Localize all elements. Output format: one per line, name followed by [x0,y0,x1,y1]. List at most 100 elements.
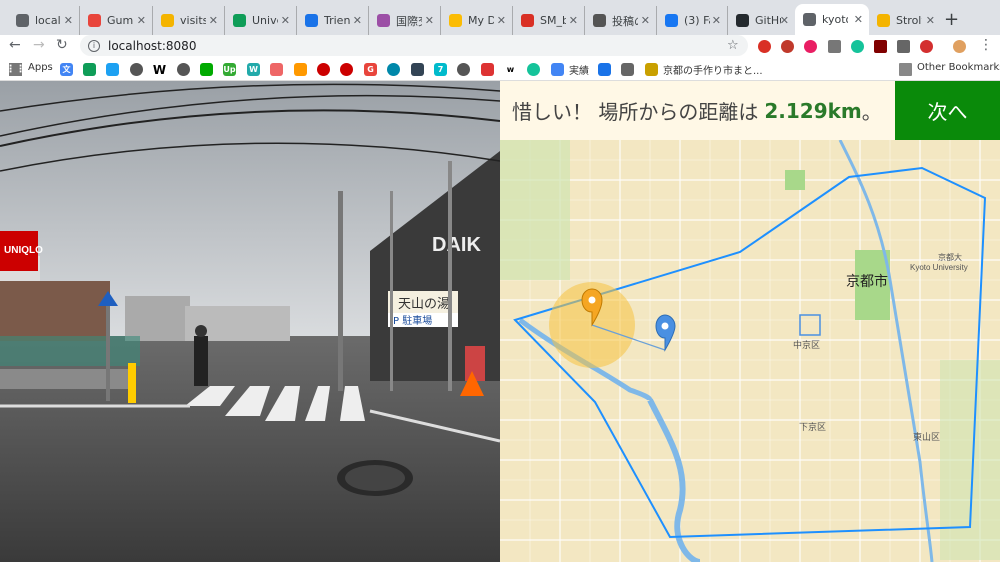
apps-bookmark[interactable]: Apps [28,62,53,73]
w-icon[interactable]: W [153,63,166,77]
distance-value: 2.129km [764,98,862,123]
g-icon[interactable]: G [364,63,377,76]
vivaldi-ext-icon[interactable] [758,40,771,53]
reload-icon[interactable]: ↻ [56,37,68,53]
next-button[interactable]: 次へ [895,81,1000,140]
w-green-icon[interactable]: W [247,63,260,76]
drive-icon[interactable] [83,63,96,76]
browser-chrome: localh✕Gumr✕visits✕Unive✕Trienn✕国際交✕My D… [0,0,1000,81]
location-icon[interactable] [481,63,494,76]
tab-label: SM_b [540,14,566,27]
green-icon[interactable] [200,63,213,76]
close-tab-icon[interactable]: ✕ [854,13,863,26]
daiki-sign: DAIK [432,234,481,256]
trophy-icon[interactable] [645,63,658,76]
close-tab-icon[interactable]: ✕ [425,14,434,27]
tab-10[interactable]: (3) Fa✕ [657,6,728,35]
tab-13[interactable]: Stroly ✕ [869,6,941,35]
close-tab-icon[interactable]: ✕ [209,14,218,27]
globe-icon[interactable] [130,63,143,76]
nijo-castle [799,314,821,336]
up-icon[interactable]: Up [223,63,236,76]
grammarly-icon[interactable] [527,63,540,76]
tab-label: Unive [252,14,278,27]
tab-strip: localh✕Gumr✕visits✕Unive✕Trienn✕国際交✕My D… [0,0,1000,35]
close-tab-icon[interactable]: ✕ [353,14,362,27]
avatar[interactable] [953,40,966,53]
tab-4[interactable]: Unive✕ [225,6,297,35]
bookmark-star-icon[interactable]: ☆ [727,38,739,53]
onsen-sign: 天山の湯 [398,297,450,312]
globe-icon[interactable] [457,63,470,76]
red-circle-icon[interactable] [317,63,330,76]
pink-ext-icon[interactable] [804,40,817,53]
folder-icon[interactable] [899,63,912,76]
close-tab-icon[interactable]: ✕ [712,14,721,27]
tab-5[interactable]: Trienn✕ [297,6,369,35]
tab-3[interactable]: visits ✕ [153,6,225,35]
tab-label: My Dr [468,14,494,27]
globe-blue-icon[interactable] [387,63,400,76]
close-tab-icon[interactable]: ✕ [641,14,650,27]
twitter-icon[interactable] [106,63,119,76]
translate-icon[interactable]: 文 [60,63,73,76]
red-circle-icon[interactable] [340,63,353,76]
chat-icon [161,14,174,27]
grammarly-ext-icon[interactable] [851,40,864,53]
tab-1[interactable]: localh✕ [8,6,80,35]
tab-2[interactable]: Gumr ✕ [80,6,153,35]
browser-toolbar: ← → ↻ i localhost:8080 ☆ ⋮ [0,35,1000,58]
g-icon [88,14,101,27]
close-tab-icon[interactable]: ✕ [281,14,290,27]
guess-marker-dot [588,296,596,304]
sheets-icon [233,14,246,27]
map-panel[interactable]: 京都市 京都大 Kyoto University 中京区 下京区 東山区 [500,140,1000,562]
tab-7[interactable]: My Dr✕ [441,6,513,35]
tab-8[interactable]: SM_b ✕ [513,6,585,35]
street-view-panel[interactable]: UNIQLO DAIK 天山の湯 P 駐車場 [0,81,500,562]
camera-ext-icon[interactable] [828,40,841,53]
kyoto-market-bookmark[interactable]: 京都の手作り市まと... [663,62,763,77]
close-tab-icon[interactable]: ✕ [569,14,578,27]
close-tab-icon[interactable]: ✕ [926,14,935,27]
table-icon[interactable] [621,63,634,76]
close-tab-icon[interactable]: ✕ [780,14,789,27]
globe-icon[interactable] [177,63,190,76]
red-ext-icon[interactable] [920,40,933,53]
apps-grid-icon[interactable]: ⋮⋮ [6,63,26,76]
adblock-ext-icon[interactable] [781,40,794,53]
tab-9[interactable]: 投稿の✕ [585,6,657,35]
docs-icon[interactable] [551,63,564,76]
tower-icon[interactable] [411,63,424,76]
tab-6[interactable]: 国際交✕ [369,6,441,35]
close-tab-icon[interactable]: ✕ [64,14,73,27]
menu-icon[interactable]: ⋮ [979,37,993,53]
pdf-icon [521,14,534,27]
tab-label: Trienn [324,14,350,27]
github-icon [736,14,749,27]
w-icon [593,14,606,27]
new-tab-button[interactable]: + [944,9,959,30]
back-icon[interactable]: ← [9,37,21,53]
result-suffix: 。 [861,100,882,124]
other-bookmarks[interactable]: Other Bookmarks [917,62,1000,73]
actual-marker-dot [661,322,669,330]
ward-label-nakagyo: 中京区 [793,339,820,351]
close-tab-icon[interactable]: ✕ [137,14,146,27]
forward-icon[interactable]: → [33,37,45,53]
stripes-icon[interactable] [294,63,307,76]
arrow-icon[interactable] [598,63,611,76]
jisseki-bookmark[interactable]: 実績 [569,62,589,77]
address-bar[interactable]: i localhost:8080 [80,35,748,56]
s-icon [877,14,890,27]
tab-12[interactable]: kyoto ✕ [795,4,869,35]
tab-11[interactable]: GitHu✕ [728,6,795,35]
w-small-icon[interactable]: w [504,63,517,76]
ublock-ext-icon[interactable] [874,40,887,53]
close-tab-icon[interactable]: ✕ [497,14,506,27]
info-icon[interactable]: i [88,39,100,52]
seven-icon[interactable]: 7 [434,63,447,76]
map-canvas: 京都市 京都大 Kyoto University 中京区 下京区 東山区 [500,140,1000,562]
f-ext-icon[interactable] [897,40,910,53]
orange-icon[interactable] [270,63,283,76]
